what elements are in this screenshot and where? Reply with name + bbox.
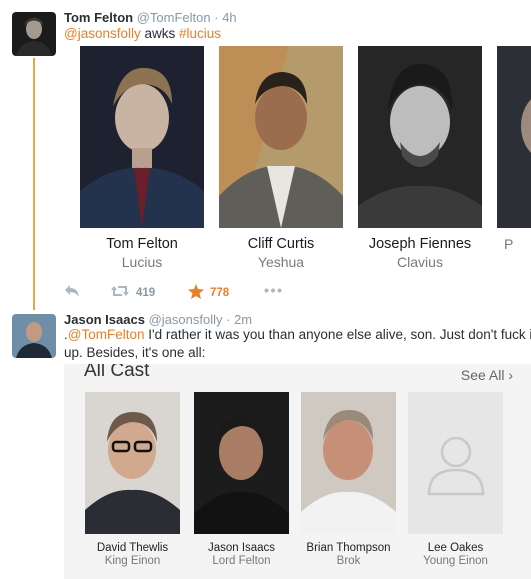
more-icon[interactable] xyxy=(264,288,282,293)
actor-name: Brian Thompson xyxy=(306,542,391,554)
hashtag-link[interactable]: #lucius xyxy=(179,26,221,41)
star-icon xyxy=(188,284,204,302)
role-name: Lord Felton xyxy=(212,555,271,567)
favorite-count: 778 xyxy=(210,287,230,299)
actor-name: Jason Isaacs xyxy=(207,542,276,554)
role-name: P xyxy=(504,236,514,252)
author-handle[interactable]: @jasonsfolly xyxy=(149,312,223,327)
cast-card: Joseph Fiennes Clavius xyxy=(358,46,482,270)
timestamp[interactable]: 2m xyxy=(234,312,252,327)
actor-photo xyxy=(194,392,289,534)
timestamp[interactable]: 4h xyxy=(222,10,236,25)
person-placeholder-icon xyxy=(408,392,503,534)
avatar-tom-felton[interactable] xyxy=(12,12,56,56)
actor-photo xyxy=(80,46,204,228)
actor-name: David Thewlis xyxy=(96,542,169,554)
avatar-jason-isaacs[interactable] xyxy=(12,314,56,358)
actor-photo xyxy=(497,46,531,228)
thread-line xyxy=(33,58,35,310)
tweet-header: Jason Isaacs @jasonsfolly · 2m xyxy=(64,312,252,327)
actor-photo xyxy=(301,392,396,534)
tweet-header: Tom Felton @TomFelton · 4h xyxy=(64,10,237,25)
tweet-actions: 419 778 xyxy=(64,282,324,304)
tweet-text-line2: up. Besides, it's one all: xyxy=(64,345,206,360)
actor-name: Tom Felton xyxy=(106,236,178,252)
cast-card: David Thewlis King Einon xyxy=(85,392,180,567)
favorite-button[interactable]: 778 xyxy=(188,284,229,302)
tweet-text-plain: awks xyxy=(140,26,180,41)
tweet-text: .@TomFelton I'd rather it was you than a… xyxy=(64,326,531,362)
retweet-button[interactable]: 419 xyxy=(110,284,155,301)
role-name: Clavius xyxy=(397,254,443,270)
mention-link[interactable]: @jasonsfolly xyxy=(64,26,141,41)
actor-name: Joseph Fiennes xyxy=(368,236,472,252)
separator-dot: · xyxy=(226,312,231,327)
actor-name: Cliff Curtis xyxy=(247,236,315,252)
actor-name: Lee Oakes xyxy=(427,542,484,554)
actor-photo xyxy=(219,46,343,228)
tweet-jason-isaacs: Jason Isaacs @jasonsfolly · 2m .@TomFelt… xyxy=(0,310,531,579)
role-name: Yeshua xyxy=(257,254,305,270)
see-all-link: See All › xyxy=(460,367,513,383)
cast-card: Cliff Curtis Yeshua xyxy=(219,46,343,270)
author-name[interactable]: Tom Felton xyxy=(64,10,133,25)
cast-card: P xyxy=(497,46,531,252)
mention-link[interactable]: @TomFelton xyxy=(68,327,145,342)
retweet-icon xyxy=(110,284,130,301)
role-name: King Einon xyxy=(104,555,161,567)
author-name[interactable]: Jason Isaacs xyxy=(64,312,145,327)
role-name: Brok xyxy=(336,555,361,567)
retweet-count: 419 xyxy=(136,286,156,299)
author-handle[interactable]: @TomFelton xyxy=(137,10,211,25)
tweet-tom-felton: Tom Felton @TomFelton · 4h @jasonsfolly … xyxy=(0,0,531,310)
tweet-text-line1: I'd rather it was you than anyone else a… xyxy=(144,327,531,342)
actor-photo xyxy=(85,392,180,534)
actor-photo xyxy=(358,46,482,228)
cast-card: Jason Isaacs Lord Felton xyxy=(194,392,289,567)
panel-title: All Cast xyxy=(84,364,150,381)
tweet-image-all-cast[interactable]: All Cast See All › David Thewlis King Ei… xyxy=(64,364,531,579)
role-name: Young Einon xyxy=(423,555,488,567)
cast-card: Brian Thompson Brok xyxy=(301,392,396,567)
separator-dot: · xyxy=(214,10,219,25)
cast-card: Tom Felton Lucius xyxy=(80,46,204,270)
tweet-image-cast[interactable]: Tom Felton Lucius Cliff Curtis Yeshua Jo… xyxy=(64,46,531,276)
role-name: Lucius xyxy=(121,254,163,270)
cast-card: Lee Oakes Young Einon xyxy=(408,392,503,567)
tweet-text: @jasonsfolly awks #lucius xyxy=(64,25,221,43)
reply-icon[interactable] xyxy=(64,284,80,298)
